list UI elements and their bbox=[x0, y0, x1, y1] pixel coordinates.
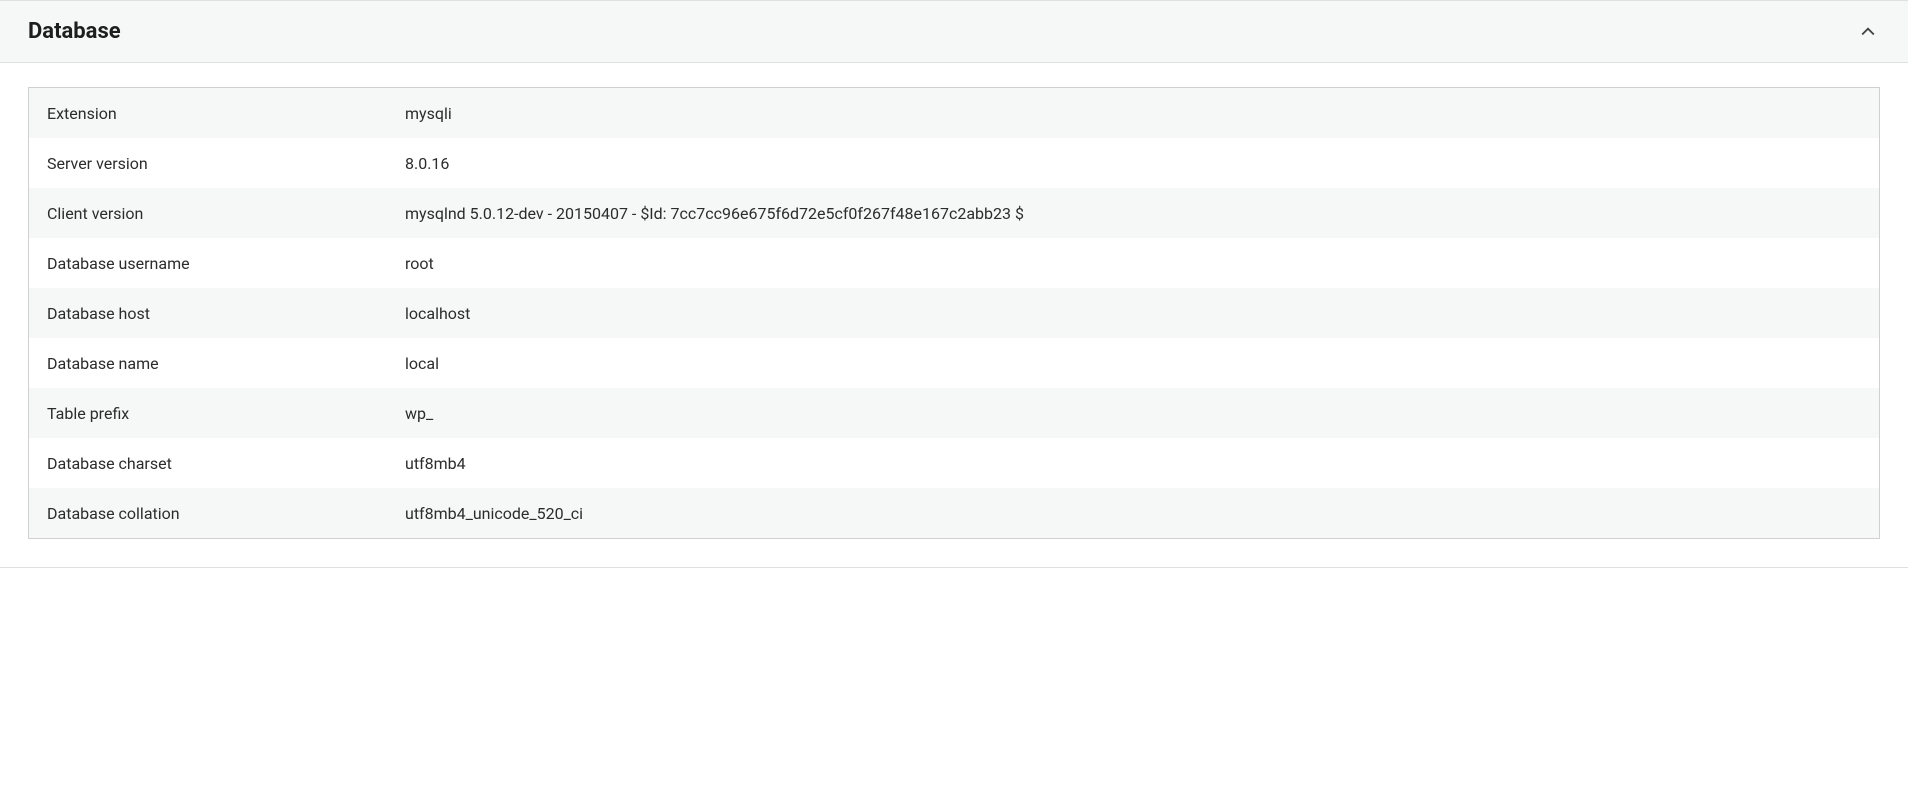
database-info-table: Extension mysqli Server version 8.0.16 C… bbox=[28, 87, 1880, 539]
row-label: Database username bbox=[29, 254, 399, 273]
row-value: 8.0.16 bbox=[399, 154, 1879, 173]
row-label: Database name bbox=[29, 354, 399, 373]
row-label: Client version bbox=[29, 204, 399, 223]
panel-title: Database bbox=[28, 19, 121, 44]
row-label: Database charset bbox=[29, 454, 399, 473]
row-value: mysqlnd 5.0.12-dev - 20150407 - $Id: 7cc… bbox=[399, 204, 1879, 223]
row-label: Server version bbox=[29, 154, 399, 173]
panel-header[interactable]: Database bbox=[0, 1, 1908, 63]
table-row: Database name local bbox=[29, 338, 1879, 388]
row-value: mysqli bbox=[399, 104, 1879, 123]
row-value: local bbox=[399, 354, 1879, 373]
table-row: Database username root bbox=[29, 238, 1879, 288]
table-row: Database host localhost bbox=[29, 288, 1879, 338]
row-value: localhost bbox=[399, 304, 1879, 323]
table-row: Database collation utf8mb4_unicode_520_c… bbox=[29, 488, 1879, 538]
table-row: Client version mysqlnd 5.0.12-dev - 2015… bbox=[29, 188, 1879, 238]
row-value: utf8mb4 bbox=[399, 454, 1879, 473]
row-value: root bbox=[399, 254, 1879, 273]
table-row: Database charset utf8mb4 bbox=[29, 438, 1879, 488]
row-label: Database collation bbox=[29, 504, 399, 523]
row-value: utf8mb4_unicode_520_ci bbox=[399, 504, 1879, 523]
table-row: Server version 8.0.16 bbox=[29, 138, 1879, 188]
row-value: wp_ bbox=[399, 404, 1879, 423]
database-panel: Database Extension mysqli Server version… bbox=[0, 0, 1908, 568]
chevron-up-icon bbox=[1856, 20, 1880, 44]
row-label: Database host bbox=[29, 304, 399, 323]
row-label: Table prefix bbox=[29, 404, 399, 423]
table-row: Extension mysqli bbox=[29, 88, 1879, 138]
panel-body: Extension mysqli Server version 8.0.16 C… bbox=[0, 63, 1908, 567]
row-label: Extension bbox=[29, 104, 399, 123]
table-row: Table prefix wp_ bbox=[29, 388, 1879, 438]
